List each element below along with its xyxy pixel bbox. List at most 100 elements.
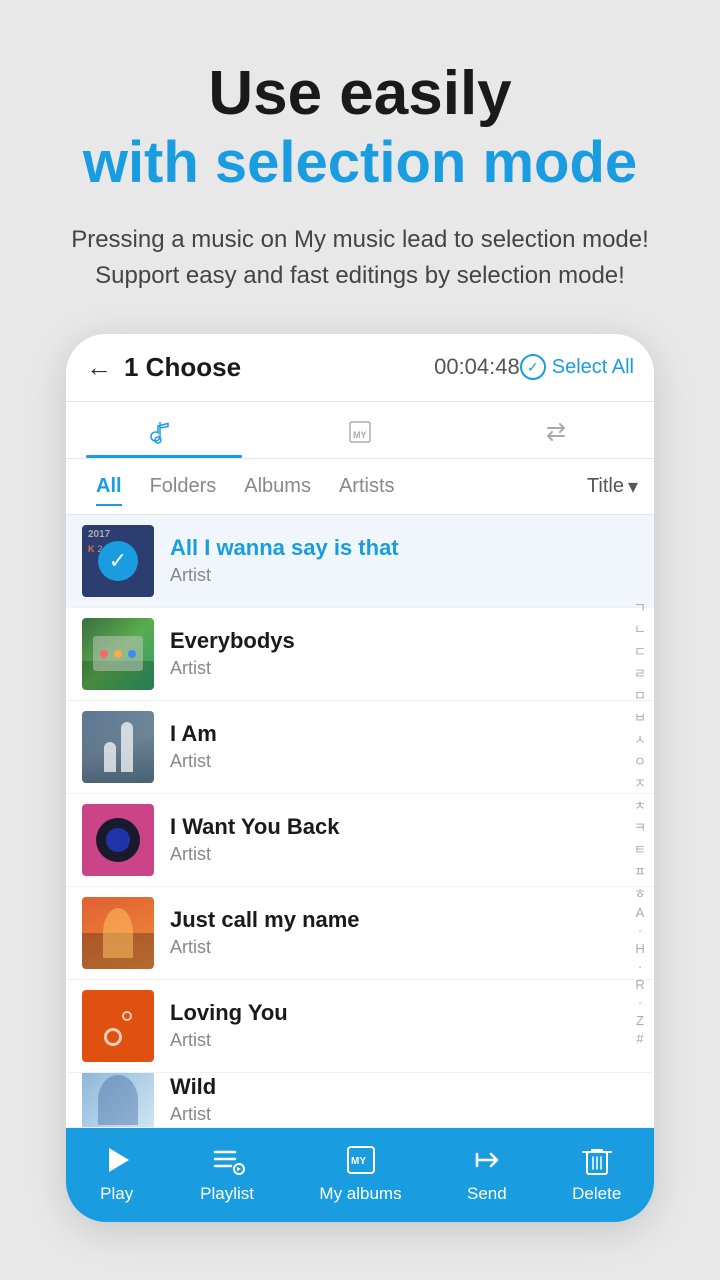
filter-artists[interactable]: Artists [325, 467, 409, 506]
filter-folders[interactable]: Folders [136, 467, 231, 506]
song-artist-5: Artist [170, 937, 638, 958]
check-icon-1: ✓ [98, 541, 138, 581]
alpha-k[interactable]: ㅋ [630, 816, 650, 837]
song-thumb-4 [82, 804, 154, 876]
song-artist-4: Artist [170, 844, 638, 865]
tab-music-note[interactable] [66, 402, 262, 458]
app-screen: ← 1 Choose 00:04:48 ✓ Select All MY [66, 334, 654, 1222]
song-thumb-2 [82, 618, 154, 690]
alpha-g[interactable]: ㄱ [630, 596, 650, 617]
select-all-button[interactable]: ✓ Select All [520, 354, 634, 380]
song-thumb-6 [82, 990, 154, 1062]
song-check-1: ✓ [82, 525, 154, 597]
song-item-4[interactable]: I Want You Back Artist [66, 794, 654, 887]
music-note-icon [148, 416, 180, 448]
alpha-n[interactable]: ㄴ [630, 618, 650, 639]
song-item-3[interactable]: I Am Artist [66, 701, 654, 794]
alpha-R[interactable]: R [630, 976, 650, 993]
song-artist-1: Artist [170, 565, 638, 586]
playlist-icon [209, 1142, 245, 1178]
svg-text:MY: MY [351, 1156, 366, 1167]
song-artist-6: Artist [170, 1030, 638, 1051]
alpha-r[interactable]: ㄹ [630, 662, 650, 683]
send-button[interactable]: Send [467, 1142, 507, 1204]
alpha-A[interactable]: A [630, 904, 650, 921]
tab-icons-row: MY [66, 402, 654, 459]
delete-icon [579, 1142, 615, 1178]
my-albums-label: My albums [319, 1184, 401, 1204]
song-list: 2017 K 2 Z 1 ✓ All I wann [66, 515, 654, 1128]
song-title-4: I Want You Back [170, 814, 638, 840]
playlist-button[interactable]: Playlist [200, 1142, 254, 1204]
send-label: Send [467, 1184, 507, 1204]
alpha-s[interactable]: ㅅ [630, 728, 650, 749]
alpha-j[interactable]: ㅈ [630, 772, 650, 793]
song-thumb-7 [82, 1073, 154, 1128]
song-artist-2: Artist [170, 658, 638, 679]
back-button[interactable]: ← [86, 352, 112, 383]
alpha-Z[interactable]: Z [630, 1012, 650, 1029]
song-item-1[interactable]: 2017 K 2 Z 1 ✓ All I wann [66, 515, 654, 608]
nav-title: 1 Choose [124, 352, 424, 383]
alpha-h[interactable]: ㅎ [630, 882, 650, 903]
promo-section: Use easily with selection mode Pressing … [31, 0, 689, 314]
play-icon [99, 1142, 135, 1178]
song-item-7[interactable]: Wild Artist [66, 1073, 654, 1128]
select-all-check-icon: ✓ [520, 354, 546, 380]
arrows-icon [540, 416, 572, 448]
playlist-label: Playlist [200, 1184, 254, 1204]
alpha-dot1: · [630, 922, 650, 939]
filter-bar: All Folders Albums Artists Title ▾ [66, 459, 654, 515]
song-info-5: Just call my name Artist [170, 907, 638, 958]
song-info-7: Wild Artist [170, 1074, 638, 1125]
filter-albums[interactable]: Albums [230, 467, 325, 506]
alpha-H[interactable]: H [630, 940, 650, 957]
promo-subtitle: with selection mode [71, 128, 649, 198]
svg-text:MY: MY [353, 430, 367, 440]
song-artist-3: Artist [170, 751, 638, 772]
nav-time: 00:04:48 [434, 354, 520, 380]
my-albums-icon: MY [343, 1142, 379, 1178]
delete-button[interactable]: Delete [572, 1142, 621, 1204]
alpha-dot2: · [630, 958, 650, 975]
app-header: ← 1 Choose 00:04:48 ✓ Select All [66, 334, 654, 402]
send-icon [469, 1142, 505, 1178]
promo-description: Pressing a music on My music lead to sel… [71, 222, 649, 294]
song-artist-7: Artist [170, 1104, 638, 1125]
song-title-7: Wild [170, 1074, 638, 1100]
phone-mockup: ← 1 Choose 00:04:48 ✓ Select All MY [66, 334, 654, 1222]
play-button[interactable]: Play [99, 1142, 135, 1204]
alpha-d[interactable]: ㄷ [630, 640, 650, 661]
my-albums-button[interactable]: MY My albums [319, 1142, 401, 1204]
song-thumb-5 [82, 897, 154, 969]
song-list-container: 2017 K 2 Z 1 ✓ All I wann [66, 515, 654, 1128]
tab-arrows[interactable] [458, 402, 654, 458]
action-bar: Play Playlist MY My albums [66, 1128, 654, 1222]
song-title-5: Just call my name [170, 907, 638, 933]
song-info-2: Everybodys Artist [170, 628, 638, 679]
alpha-b[interactable]: ㅂ [630, 706, 650, 727]
promo-title: Use easily [71, 60, 649, 128]
alphabet-sidebar: ㄱ ㄴ ㄷ ㄹ ㅁ ㅂ ㅅ ㅇ ㅈ ㅊ ㅋ ㅌ ㅍ ㅎ A · H · R · [630, 515, 650, 1128]
song-item-2[interactable]: Everybodys Artist [66, 608, 654, 701]
alpha-ch[interactable]: ㅊ [630, 794, 650, 815]
song-thumb-3 [82, 711, 154, 783]
delete-label: Delete [572, 1184, 621, 1204]
alpha-t[interactable]: ㅌ [630, 838, 650, 859]
alpha-ng[interactable]: ㅇ [630, 750, 650, 771]
song-info-6: Loving You Artist [170, 1000, 638, 1051]
song-title-6: Loving You [170, 1000, 638, 1026]
alpha-p[interactable]: ㅍ [630, 860, 650, 881]
song-item-6[interactable]: Loving You Artist [66, 980, 654, 1073]
song-info-3: I Am Artist [170, 721, 638, 772]
sort-button[interactable]: Title ▾ [587, 474, 638, 499]
my-music-icon: MY [344, 416, 376, 448]
select-all-label: Select All [552, 356, 634, 379]
tab-my-music[interactable]: MY [262, 402, 458, 458]
song-info-4: I Want You Back Artist [170, 814, 638, 865]
song-item-5[interactable]: Just call my name Artist [66, 887, 654, 980]
filter-all[interactable]: All [82, 467, 136, 506]
alpha-hash[interactable]: # [630, 1030, 650, 1047]
song-title-3: I Am [170, 721, 638, 747]
alpha-m[interactable]: ㅁ [630, 684, 650, 705]
